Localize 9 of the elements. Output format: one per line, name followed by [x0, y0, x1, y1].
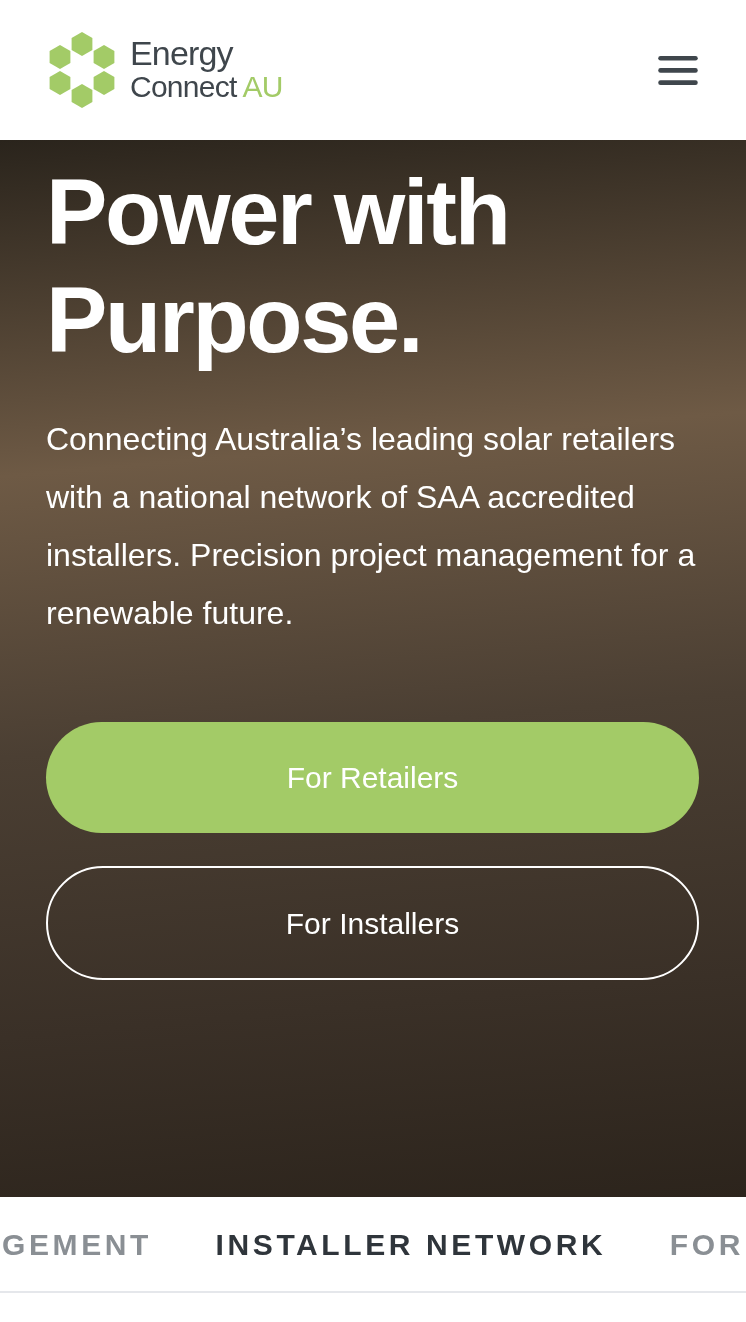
hero-heading: Power with — [46, 160, 510, 265]
hero-heading: Purpose. — [46, 268, 423, 373]
menu-icon — [656, 54, 700, 86]
ticker-text: GEMENT — [2, 1226, 152, 1263]
ticker-text: FOR — [669, 1226, 744, 1263]
logo-text: Energy — [130, 36, 235, 70]
hero-description: Connecting Australia’s leading solar retailers with a national network of SAA accredited installers. Precision project management for a renewable future. — [46, 420, 696, 633]
ticker-text: INSTALLER NETWORK — [215, 1226, 607, 1263]
installers-button[interactable]: For Installers — [46, 866, 699, 980]
